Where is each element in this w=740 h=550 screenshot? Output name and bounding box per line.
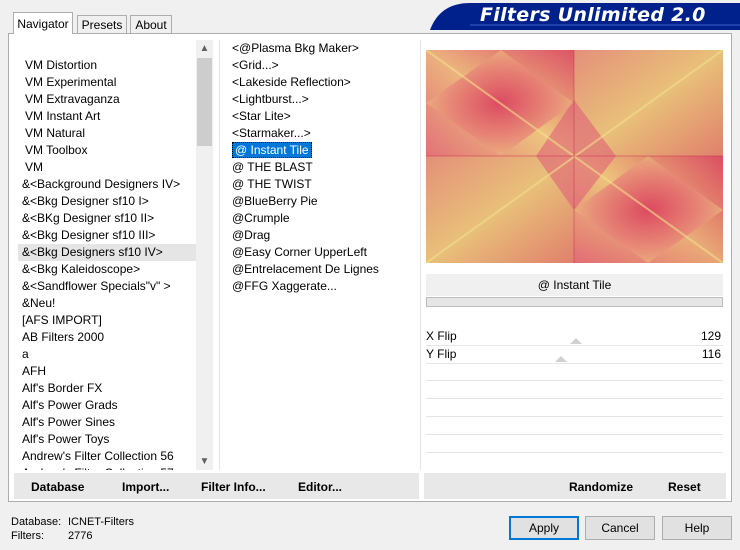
tab-navigator[interactable]: Navigator <box>13 12 73 34</box>
filter-item[interactable]: <Grid...> <box>228 57 418 74</box>
status-filters: Filters: 2776 <box>11 530 92 542</box>
status-filters-value: 2776 <box>68 530 93 542</box>
filter-list[interactable]: <@Plasma Bkg Maker> <Grid...> <Lakeside Re… <box>228 40 418 295</box>
cancel-button[interactable]: Cancel <box>585 516 655 540</box>
category-item[interactable]: &<Sandflower Specials"v" > <box>18 278 196 295</box>
category-item[interactable]: VM Extravaganza <box>18 91 196 108</box>
category-item[interactable]: &<Background Designers IV> <box>18 176 196 193</box>
app-title: Filters Unlimited 2.0 <box>480 4 706 26</box>
database-button[interactable]: Database <box>31 480 84 494</box>
category-list-box[interactable]: VM Distortion VM Experimental VM Extravaga… <box>18 40 196 470</box>
import-button-label: Import... <box>122 480 170 494</box>
database-button-label: Database <box>31 480 85 494</box>
category-item[interactable]: AFH <box>18 363 196 380</box>
tab-navigator-label: Navigator <box>17 16 69 31</box>
category-item[interactable]: &<Bkg Kaleidoscope> <box>18 261 196 278</box>
slider-y-flip-label: Y Flip <box>426 347 457 361</box>
status-database: Database: ICNET-Filters <box>11 516 134 528</box>
tab-presets-label: Presets <box>81 17 123 32</box>
category-item[interactable]: Alf's Power Toys <box>18 431 196 448</box>
editor-button[interactable]: Editor... <box>298 480 342 494</box>
category-item[interactable]: &<Bkg Designer sf10 III> <box>18 227 196 244</box>
category-item[interactable]: Alf's Power Sines <box>18 414 196 431</box>
import-button[interactable]: Import... <box>122 480 169 494</box>
category-item[interactable]: [AFS IMPORT] <box>18 312 196 329</box>
category-item[interactable]: &<Bkg Designers sf10 IV> <box>18 244 196 261</box>
filter-item[interactable]: @Crumple <box>228 210 418 227</box>
editor-button-label: Editor... <box>298 480 343 494</box>
category-item[interactable]: VM Experimental <box>18 74 196 91</box>
filter-item[interactable]: <Starmaker...> <box>228 125 418 142</box>
cancel-button-label: Cancel <box>601 521 639 535</box>
category-item[interactable]: Alf's Power Grads <box>18 397 196 414</box>
category-item[interactable]: Andrew's Filter Collection 56 <box>18 448 196 465</box>
status-database-label: Database: <box>11 516 62 528</box>
category-item[interactable]: VM <box>18 159 196 176</box>
apply-button[interactable]: Apply <box>509 516 579 540</box>
help-button-label: Help <box>684 521 710 535</box>
filter-item[interactable]: @FFG Xaggerate... <box>228 278 418 295</box>
category-item[interactable]: VM Natural <box>18 125 196 142</box>
slider-x-flip-value: 129 <box>700 329 721 343</box>
filter-item[interactable]: <Lakeside Reflection> <box>228 74 418 91</box>
category-item[interactable]: VM Toolbox <box>18 142 196 159</box>
empty-slider-row <box>426 380 723 381</box>
scroll-down-arrow-icon[interactable]: ▼ <box>196 453 213 470</box>
category-scrollbar[interactable]: ▲ ▼ <box>196 40 213 470</box>
apply-button-label: Apply <box>528 521 560 535</box>
category-item[interactable]: &Neu! <box>18 295 196 312</box>
filter-item[interactable]: <Lightburst...> <box>228 91 418 108</box>
category-item[interactable]: VM Instant Art <box>18 108 196 125</box>
preview-filter-name: @ Instant Tile <box>426 274 723 296</box>
filter-item[interactable]: @ Instant Tile <box>228 142 418 159</box>
status-filters-label: Filters: <box>11 530 44 542</box>
tab-about[interactable]: About <box>130 15 172 33</box>
filter-item[interactable]: @Easy Corner UpperLeft <box>228 244 418 261</box>
randomize-button[interactable]: Randomize <box>569 480 633 494</box>
empty-slider-row <box>426 452 723 453</box>
filter-item-label: @ Instant Tile <box>232 142 312 158</box>
scroll-up-arrow-icon[interactable]: ▲ <box>196 40 213 57</box>
filter-item[interactable]: @Drag <box>228 227 418 244</box>
empty-slider-row <box>426 416 723 417</box>
category-item[interactable]: AB Filters 2000 <box>18 329 196 346</box>
progress-bar <box>426 297 723 307</box>
slider-x-flip-thumb[interactable] <box>570 338 582 344</box>
scroll-thumb[interactable] <box>197 58 212 146</box>
slider-x-flip-label: X Flip <box>426 329 457 343</box>
slider-y-flip-thumb[interactable] <box>555 356 567 362</box>
filter-item[interactable]: @BlueBerry Pie <box>228 193 418 210</box>
filter-info-button[interactable]: Filter Info... <box>201 480 266 494</box>
filter-item[interactable]: @ THE BLAST <box>228 159 418 176</box>
slider-y-flip[interactable]: Y Flip 116 <box>426 346 723 364</box>
reset-button-label: Reset <box>668 480 701 494</box>
slider-x-flip[interactable]: X Flip 129 <box>426 328 723 346</box>
tab-presets[interactable]: Presets <box>77 15 127 33</box>
filter-item[interactable]: <Star Lite> <box>228 108 418 125</box>
filter-list-box[interactable]: <@Plasma Bkg Maker> <Grid...> <Lakeside Re… <box>219 40 420 470</box>
randomize-button-label: Randomize <box>569 480 634 494</box>
status-database-value: ICNET-Filters <box>68 516 134 528</box>
empty-slider-row <box>426 398 723 399</box>
preview-image <box>426 50 723 263</box>
category-item[interactable]: VM Distortion <box>18 57 196 74</box>
category-item[interactable]: Alf's Border FX <box>18 380 196 397</box>
filter-item[interactable]: @ THE TWIST <box>228 176 418 193</box>
filter-item[interactable]: <@Plasma Bkg Maker> <box>228 40 418 57</box>
reset-button[interactable]: Reset <box>668 480 701 494</box>
slider-y-flip-value: 116 <box>701 347 721 361</box>
category-list[interactable]: VM Distortion VM Experimental VM Extravaga… <box>18 57 196 470</box>
category-item[interactable]: &<BKg Designer sf10 II> <box>18 210 196 227</box>
title-banner: Filters Unlimited 2.0 <box>430 0 740 30</box>
empty-slider-row <box>426 434 723 435</box>
category-item[interactable]: Andrew's Filter Collection 57 <box>18 465 196 470</box>
help-button[interactable]: Help <box>662 516 732 540</box>
filter-item[interactable]: @Entrelacement De Lignes <box>228 261 418 278</box>
filter-info-button-label: Filter Info... <box>201 480 266 494</box>
tab-about-label: About <box>135 17 167 32</box>
category-item[interactable]: a <box>18 346 196 363</box>
category-item[interactable]: &<Bkg Designer sf10 I> <box>18 193 196 210</box>
